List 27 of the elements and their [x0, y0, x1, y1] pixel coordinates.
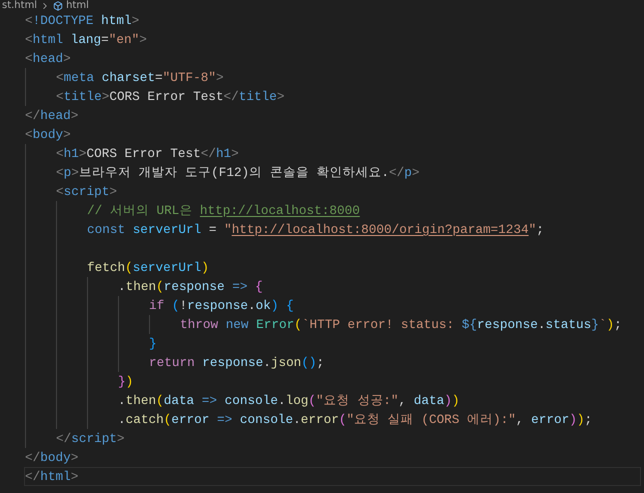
code-line: </html>	[25, 468, 78, 486]
code-line: <p>브라우저 개발자 도구(F12)의 콘솔을 확인하세요.</p>	[56, 164, 420, 182]
code-line: <head>	[25, 50, 71, 68]
code-line: })	[118, 372, 134, 391]
code-line: .then(response => {	[118, 278, 263, 296]
breadcrumb-symbol[interactable]: html	[66, 0, 89, 11]
code-line: <html lang="en">	[25, 30, 147, 49]
code-line: </body>	[25, 448, 78, 467]
code-line: throw new Error(`HTTP error! status: ${response.status}`);	[180, 316, 622, 334]
code-line: const serverUrl = "http://localhost:8000/origin?param=1234";	[87, 220, 544, 239]
code-line: <h1>CORS Error Test</h1>	[56, 144, 239, 163]
code-line: // 서버의 URL은 http://localhost:8000	[87, 202, 360, 220]
code-line: </head>	[25, 106, 78, 125]
code-line: fetch(serverUrl)	[87, 258, 209, 277]
code-line: <body>	[25, 126, 71, 144]
breadcrumb-file[interactable]: st.html	[2, 0, 38, 11]
code-line: .then(data => console.log("요청 성공:", data))	[118, 392, 460, 410]
code-line: }	[149, 334, 157, 353]
code-line: </script>	[56, 430, 125, 448]
code-line: <title>CORS Error Test</title>	[56, 88, 284, 106]
code-line: .catch(error => console.error("요청 실패 (CORS 에러):", error));	[118, 410, 592, 429]
code-line: <!DOCTYPE html>	[25, 12, 140, 30]
cube-icon	[53, 0, 64, 10]
code-line: return response.json();	[149, 354, 324, 372]
code-line: <meta charset="UTF-8">	[56, 68, 224, 87]
code-line: if (!response.ok) {	[149, 296, 294, 315]
code-line: <script>	[56, 182, 117, 201]
